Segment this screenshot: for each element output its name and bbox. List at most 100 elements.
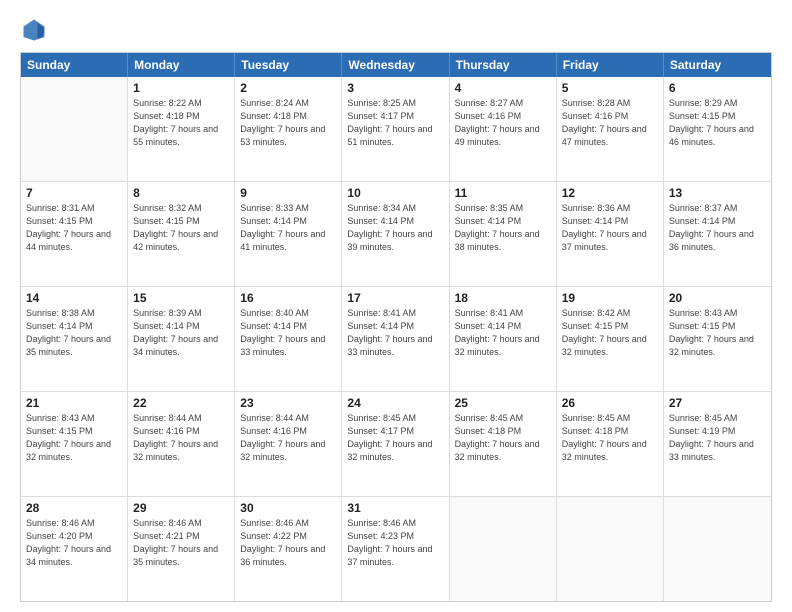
weekday-header-friday: Friday xyxy=(557,53,664,77)
day-number: 27 xyxy=(669,396,766,410)
day-number: 21 xyxy=(26,396,122,410)
day-cell-2: 2 Sunrise: 8:24 AMSunset: 4:18 PMDaylight… xyxy=(235,77,342,181)
weekday-header-wednesday: Wednesday xyxy=(342,53,449,77)
calendar-row-2: 7 Sunrise: 8:31 AMSunset: 4:15 PMDaylight… xyxy=(21,182,771,287)
day-info: Sunrise: 8:40 AMSunset: 4:14 PMDaylight:… xyxy=(240,307,336,359)
day-number: 28 xyxy=(26,501,122,515)
day-info: Sunrise: 8:42 AMSunset: 4:15 PMDaylight:… xyxy=(562,307,658,359)
day-cell-5: 5Sunrise: 8:28 AMSunset: 4:16 PMDaylight… xyxy=(557,77,664,181)
day-cell-18: 18 Sunrise: 8:41 AMSunset: 4:14 PMDayligh… xyxy=(450,287,557,391)
day-info: Sunrise: 8:45 AMSunset: 4:18 PMDaylight:… xyxy=(562,412,658,464)
day-cell-10: 10Sunrise: 8:34 AMSunset: 4:14 PMDayligh… xyxy=(342,182,449,286)
day-cell-9: 9Sunrise: 8:33 AMSunset: 4:14 PMDaylight… xyxy=(235,182,342,286)
day-info: Sunrise: 8:35 AMSunset: 4:14 PMDaylight:… xyxy=(455,202,551,254)
day-cell-1: 1 Sunrise: 8:22 AMSunset: 4:18 PMDaylight… xyxy=(128,77,235,181)
day-number: 11 xyxy=(455,186,551,200)
calendar-row-4: 21Sunrise: 8:43 AMSunset: 4:15 PMDayligh… xyxy=(21,392,771,497)
empty-cell xyxy=(664,497,771,601)
weekday-header-tuesday: Tuesday xyxy=(235,53,342,77)
day-number: 19 xyxy=(562,291,658,305)
day-number: 7 xyxy=(26,186,122,200)
day-number: 5 xyxy=(562,81,658,95)
day-number: 24 xyxy=(347,396,443,410)
day-number: 16 xyxy=(240,291,336,305)
day-info: Sunrise: 8:22 AMSunset: 4:18 PMDaylight:… xyxy=(133,97,229,149)
day-info: Sunrise: 8:37 AMSunset: 4:14 PMDaylight:… xyxy=(669,202,766,254)
day-cell-13: 13Sunrise: 8:37 AMSunset: 4:14 PMDayligh… xyxy=(664,182,771,286)
header xyxy=(20,16,772,44)
day-cell-31: 31 Sunrise: 8:46 AMSunset: 4:23 PMDayligh… xyxy=(342,497,449,601)
day-number: 20 xyxy=(669,291,766,305)
logo-icon xyxy=(20,16,48,44)
day-info: Sunrise: 8:27 AMSunset: 4:16 PMDaylight:… xyxy=(455,97,551,149)
day-number: 30 xyxy=(240,501,336,515)
day-number: 6 xyxy=(669,81,766,95)
day-info: Sunrise: 8:31 AMSunset: 4:15 PMDaylight:… xyxy=(26,202,122,254)
day-number: 31 xyxy=(347,501,443,515)
weekday-header-monday: Monday xyxy=(128,53,235,77)
day-info: Sunrise: 8:41 AMSunset: 4:14 PMDaylight:… xyxy=(455,307,551,359)
day-cell-3: 3 Sunrise: 8:25 AMSunset: 4:17 PMDaylight… xyxy=(342,77,449,181)
day-cell-28: 28 Sunrise: 8:46 AMSunset: 4:20 PMDayligh… xyxy=(21,497,128,601)
empty-cell xyxy=(450,497,557,601)
calendar-row-1: 1 Sunrise: 8:22 AMSunset: 4:18 PMDaylight… xyxy=(21,77,771,182)
day-number: 1 xyxy=(133,81,229,95)
day-info: Sunrise: 8:29 AMSunset: 4:15 PMDaylight:… xyxy=(669,97,766,149)
weekday-header-saturday: Saturday xyxy=(664,53,771,77)
day-info: Sunrise: 8:34 AMSunset: 4:14 PMDaylight:… xyxy=(347,202,443,254)
day-number: 2 xyxy=(240,81,336,95)
calendar-header: SundayMondayTuesdayWednesdayThursdayFrid… xyxy=(21,53,771,77)
day-cell-12: 12 Sunrise: 8:36 AMSunset: 4:14 PMDayligh… xyxy=(557,182,664,286)
day-cell-24: 24 Sunrise: 8:45 AMSunset: 4:17 PMDayligh… xyxy=(342,392,449,496)
day-cell-30: 30 Sunrise: 8:46 AMSunset: 4:22 PMDayligh… xyxy=(235,497,342,601)
day-cell-25: 25 Sunrise: 8:45 AMSunset: 4:18 PMDayligh… xyxy=(450,392,557,496)
empty-cell xyxy=(557,497,664,601)
day-info: Sunrise: 8:24 AMSunset: 4:18 PMDaylight:… xyxy=(240,97,336,149)
day-cell-22: 22 Sunrise: 8:44 AMSunset: 4:16 PMDayligh… xyxy=(128,392,235,496)
day-info: Sunrise: 8:45 AMSunset: 4:17 PMDaylight:… xyxy=(347,412,443,464)
weekday-header-sunday: Sunday xyxy=(21,53,128,77)
day-cell-14: 14Sunrise: 8:38 AMSunset: 4:14 PMDayligh… xyxy=(21,287,128,391)
day-cell-29: 29Sunrise: 8:46 AMSunset: 4:21 PMDayligh… xyxy=(128,497,235,601)
day-cell-23: 23Sunrise: 8:44 AMSunset: 4:16 PMDayligh… xyxy=(235,392,342,496)
day-info: Sunrise: 8:39 AMSunset: 4:14 PMDaylight:… xyxy=(133,307,229,359)
day-info: Sunrise: 8:46 AMSunset: 4:23 PMDaylight:… xyxy=(347,517,443,569)
calendar-row-5: 28 Sunrise: 8:46 AMSunset: 4:20 PMDayligh… xyxy=(21,497,771,601)
day-cell-11: 11 Sunrise: 8:35 AMSunset: 4:14 PMDayligh… xyxy=(450,182,557,286)
day-info: Sunrise: 8:45 AMSunset: 4:18 PMDaylight:… xyxy=(455,412,551,464)
calendar: SundayMondayTuesdayWednesdayThursdayFrid… xyxy=(20,52,772,602)
calendar-page: SundayMondayTuesdayWednesdayThursdayFrid… xyxy=(0,0,792,612)
calendar-body: 1 Sunrise: 8:22 AMSunset: 4:18 PMDaylight… xyxy=(21,77,771,601)
day-number: 12 xyxy=(562,186,658,200)
day-cell-15: 15Sunrise: 8:39 AMSunset: 4:14 PMDayligh… xyxy=(128,287,235,391)
day-cell-8: 8Sunrise: 8:32 AMSunset: 4:15 PMDaylight… xyxy=(128,182,235,286)
day-info: Sunrise: 8:46 AMSunset: 4:20 PMDaylight:… xyxy=(26,517,122,569)
logo xyxy=(20,16,52,44)
day-cell-20: 20 Sunrise: 8:43 AMSunset: 4:15 PMDayligh… xyxy=(664,287,771,391)
day-cell-6: 6 Sunrise: 8:29 AMSunset: 4:15 PMDaylight… xyxy=(664,77,771,181)
day-number: 3 xyxy=(347,81,443,95)
calendar-row-3: 14Sunrise: 8:38 AMSunset: 4:14 PMDayligh… xyxy=(21,287,771,392)
day-info: Sunrise: 8:43 AMSunset: 4:15 PMDaylight:… xyxy=(669,307,766,359)
empty-cell xyxy=(21,77,128,181)
day-cell-19: 19 Sunrise: 8:42 AMSunset: 4:15 PMDayligh… xyxy=(557,287,664,391)
day-info: Sunrise: 8:33 AMSunset: 4:14 PMDaylight:… xyxy=(240,202,336,254)
day-info: Sunrise: 8:41 AMSunset: 4:14 PMDaylight:… xyxy=(347,307,443,359)
weekday-header-thursday: Thursday xyxy=(450,53,557,77)
day-cell-27: 27 Sunrise: 8:45 AMSunset: 4:19 PMDayligh… xyxy=(664,392,771,496)
day-cell-16: 16 Sunrise: 8:40 AMSunset: 4:14 PMDayligh… xyxy=(235,287,342,391)
day-number: 26 xyxy=(562,396,658,410)
day-number: 22 xyxy=(133,396,229,410)
day-number: 25 xyxy=(455,396,551,410)
day-info: Sunrise: 8:45 AMSunset: 4:19 PMDaylight:… xyxy=(669,412,766,464)
day-info: Sunrise: 8:46 AMSunset: 4:22 PMDaylight:… xyxy=(240,517,336,569)
day-info: Sunrise: 8:46 AMSunset: 4:21 PMDaylight:… xyxy=(133,517,229,569)
day-info: Sunrise: 8:36 AMSunset: 4:14 PMDaylight:… xyxy=(562,202,658,254)
day-number: 18 xyxy=(455,291,551,305)
day-cell-4: 4Sunrise: 8:27 AMSunset: 4:16 PMDaylight… xyxy=(450,77,557,181)
day-info: Sunrise: 8:25 AMSunset: 4:17 PMDaylight:… xyxy=(347,97,443,149)
day-cell-21: 21Sunrise: 8:43 AMSunset: 4:15 PMDayligh… xyxy=(21,392,128,496)
day-info: Sunrise: 8:44 AMSunset: 4:16 PMDaylight:… xyxy=(133,412,229,464)
day-number: 14 xyxy=(26,291,122,305)
day-number: 17 xyxy=(347,291,443,305)
